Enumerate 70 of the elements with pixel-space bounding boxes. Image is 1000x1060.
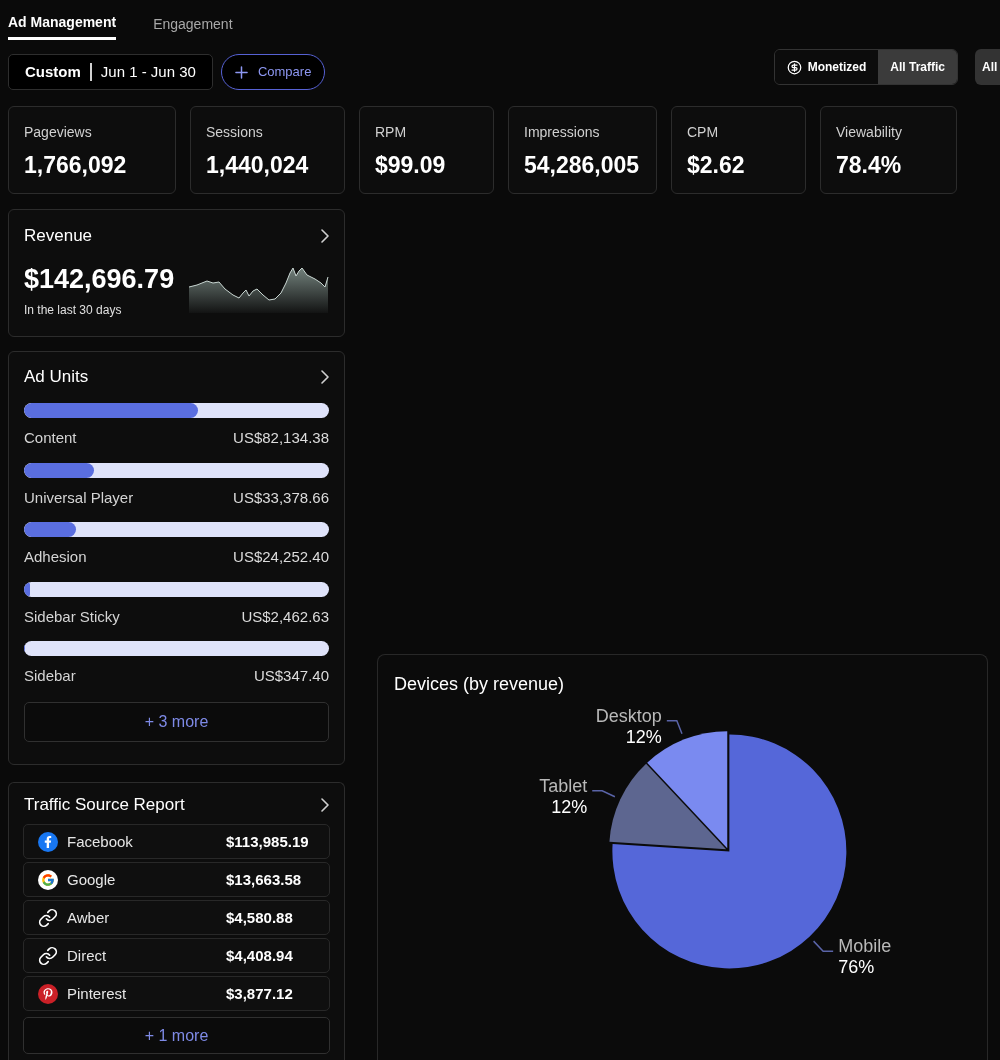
metric-value: $99.09 [375, 151, 446, 179]
ad-unit-amount: US$347.40 [253, 667, 329, 685]
leader-line [812, 940, 834, 953]
card-title: Traffic Source Report [24, 795, 185, 815]
tab[interactable]: Ad Management [8, 0, 117, 40]
metric-value: 1,766,092 [24, 151, 127, 179]
slice-value-label: 12% [551, 796, 588, 817]
ad-unit-name: Adhesion [24, 548, 87, 566]
ad-unit-amount: US$24,252.40 [233, 548, 329, 566]
show-more-button[interactable]: + 3 more [24, 702, 329, 742]
ad-unit-amount: US$2,462.63 [241, 607, 329, 626]
metric-label: RPM [375, 123, 407, 141]
metric-label: Impressions [524, 123, 600, 141]
source-name: Google [67, 870, 116, 888]
plus-icon [234, 65, 248, 79]
metric-label: CPM [687, 123, 719, 141]
source-amount: $4,580.88 [226, 908, 293, 926]
slice-label: Mobile [838, 936, 892, 957]
ad-unit-name: Sidebar Sticky [24, 607, 120, 626]
source-amount: $4,408.94 [226, 946, 293, 964]
link-icon [38, 945, 58, 966]
metric-value: 1,440,024 [206, 151, 309, 179]
traffic-source-row[interactable]: Facebook $113,985.19 [23, 824, 330, 859]
chevron-right-icon[interactable] [321, 370, 329, 384]
chart-title: Devices (by revenue) [394, 673, 565, 695]
metric-value: $2.62 [687, 151, 745, 179]
chevron-right-icon[interactable] [321, 798, 329, 812]
slice-label: Desktop [595, 705, 662, 726]
traffic-source-row[interactable]: Pinterest $3,877.12 [23, 976, 330, 1011]
metric-value: 78.4% [836, 151, 902, 179]
ad-unit-name: Content [24, 429, 77, 447]
compare-button[interactable]: Compare [220, 54, 326, 90]
show-more-button[interactable]: + 1 more [23, 1017, 330, 1054]
card-title: Ad Units [24, 367, 89, 387]
source-amount: $113,985.19 [226, 832, 309, 850]
source-amount: $3,877.12 [226, 984, 293, 1002]
slice-value-label: 12% [625, 726, 662, 747]
leader-line [666, 720, 683, 735]
ad-unit-name: Sidebar [24, 667, 76, 685]
dollar-circle-icon [786, 59, 802, 75]
link-icon [38, 907, 58, 928]
pinterest-icon [38, 983, 58, 1004]
source-name: Awber [67, 908, 110, 926]
toggle-option[interactable]: All [975, 49, 1000, 85]
ad-unit-name: Universal Player [24, 488, 134, 507]
traffic-source-row[interactable]: Google $13,663.58 [23, 862, 330, 897]
source-amount: $13,663.58 [226, 870, 302, 888]
metric-label: Sessions [206, 123, 263, 141]
card-title: Revenue [24, 226, 93, 246]
traffic-source-row[interactable]: Awber $4,580.88 [23, 900, 330, 935]
slice-label: Tablet [539, 775, 588, 796]
toggle-option[interactable]: All Traffic [878, 50, 957, 84]
date-range-button[interactable]: Custom Jun 1 - Jun 30 [8, 54, 213, 90]
revenue-amount: $142,696.79 [24, 263, 175, 295]
ad-unit-amount: US$82,134.38 [233, 429, 329, 447]
leader-line [591, 790, 616, 798]
google-icon [38, 869, 58, 890]
source-name: Pinterest [67, 984, 127, 1002]
slice-value-label: 76% [838, 957, 875, 978]
source-name: Direct [67, 946, 107, 964]
source-name: Facebook [67, 832, 133, 850]
tab[interactable]: Engagement [153, 0, 233, 40]
revenue-caption: In the last 30 days [24, 302, 122, 318]
metric-value: 54,286,005 [524, 151, 640, 179]
metric-label: Pageviews [24, 123, 92, 141]
chevron-right-icon[interactable] [321, 229, 329, 243]
traffic-source-row[interactable]: Direct $4,408.94 [23, 938, 330, 973]
ad-unit-amount: US$33,378.66 [233, 488, 329, 507]
metric-label: Viewability [836, 123, 902, 141]
facebook-icon [38, 831, 58, 852]
